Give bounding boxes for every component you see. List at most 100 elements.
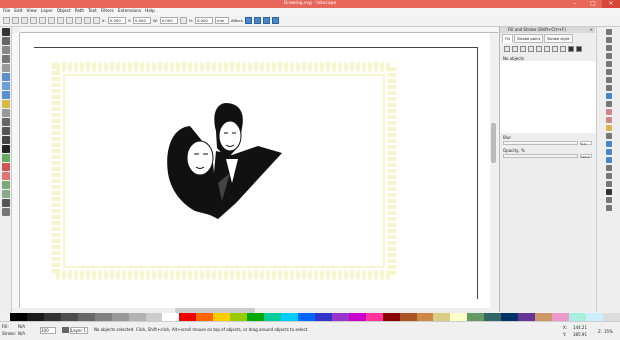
flip-horizontal-icon[interactable]	[48, 17, 55, 24]
swatch-cyan[interactable]	[281, 313, 298, 321]
tab-stroke-paint[interactable]: Stroke paint	[514, 34, 544, 43]
eye-icon[interactable]	[62, 327, 69, 333]
3d-box-tool-icon[interactable]	[2, 82, 10, 90]
menu-edit[interactable]: Edit	[14, 9, 22, 14]
swatch-black[interactable]	[10, 313, 27, 321]
save-icon[interactable]	[606, 45, 612, 51]
node-tool-icon[interactable]	[2, 37, 10, 45]
mesh-gradient-icon[interactable]	[536, 46, 542, 52]
swatch-sand[interactable]	[535, 313, 552, 321]
blur-slider[interactable]	[503, 141, 578, 145]
swatch-purple[interactable]	[331, 313, 349, 321]
menu-help[interactable]: Help	[145, 9, 155, 14]
minimize-button[interactable]: –	[566, 0, 584, 8]
text-tool-icon[interactable]	[2, 145, 10, 153]
spray-tool-icon[interactable]	[2, 154, 10, 162]
layer-select[interactable]: Layer 1	[70, 327, 88, 334]
swatch-indigo[interactable]	[314, 313, 332, 321]
pattern-icon[interactable]	[544, 46, 550, 52]
selector-tool-icon[interactable]	[2, 28, 10, 36]
swatch[interactable]	[111, 313, 129, 321]
drawing-canvas[interactable]	[20, 33, 490, 308]
swatch-dark-teal[interactable]	[484, 313, 502, 321]
zoom-selection-icon[interactable]	[606, 93, 612, 99]
close-button[interactable]: ×	[602, 0, 620, 8]
zoom-drawing-icon[interactable]	[606, 101, 612, 107]
new-document-icon[interactable]	[606, 29, 612, 35]
clone-icon[interactable]	[606, 117, 612, 123]
dialog-close-icon[interactable]: ×	[590, 27, 593, 33]
menu-filters[interactable]: Filters	[101, 9, 114, 14]
pencil-tool-icon[interactable]	[2, 118, 10, 126]
vertical-ruler[interactable]	[12, 33, 20, 308]
no-paint-icon[interactable]	[504, 46, 510, 52]
menu-view[interactable]: View	[27, 9, 37, 14]
ungroup-icon[interactable]	[606, 133, 612, 139]
nonzero-icon[interactable]	[576, 46, 582, 52]
spiral-tool-icon[interactable]	[2, 109, 10, 117]
move-gradients-icon[interactable]	[263, 17, 271, 24]
duplicate-icon[interactable]	[606, 109, 612, 115]
swatch-tan[interactable]	[416, 313, 434, 321]
swatch-rose[interactable]	[552, 313, 569, 321]
text-icon[interactable]	[606, 189, 612, 195]
measure-tool-icon[interactable]	[2, 64, 10, 72]
vertical-scrollbar[interactable]	[490, 33, 498, 308]
linear-gradient-icon[interactable]	[520, 46, 526, 52]
menu-file[interactable]: File	[3, 9, 10, 14]
swatch[interactable]	[43, 313, 61, 321]
radial-gradient-icon[interactable]	[528, 46, 534, 52]
swatch-cream[interactable]	[450, 313, 468, 321]
tab-stroke-style[interactable]: Stroke style	[544, 34, 573, 43]
move-patterns-icon[interactable]	[272, 17, 280, 24]
document-properties-icon[interactable]	[606, 205, 612, 211]
pen-tool-icon[interactable]	[2, 127, 10, 135]
zoom-tool-icon[interactable]	[2, 55, 10, 63]
raise-to-top-icon[interactable]	[66, 17, 73, 24]
opacity-field[interactable]: 100	[40, 327, 56, 334]
blur-value[interactable]: 0.0	[580, 141, 592, 146]
swatch[interactable]	[94, 313, 112, 321]
lower-icon[interactable]	[84, 17, 91, 24]
swatch-red[interactable]	[179, 313, 197, 321]
maximize-button[interactable]: □	[584, 0, 602, 8]
eraser-tool-icon[interactable]	[2, 163, 10, 171]
swatch-brown[interactable]	[399, 313, 417, 321]
y-field[interactable]: 0.000	[133, 17, 151, 24]
tweak-tool-icon[interactable]	[2, 46, 10, 54]
scale-stroke-icon[interactable]	[245, 17, 253, 24]
swatch-white[interactable]	[162, 313, 180, 321]
menu-path[interactable]: Path	[75, 9, 84, 14]
align-icon[interactable]	[606, 173, 612, 179]
swatch-sky[interactable]	[585, 313, 603, 321]
units-select[interactable]: mm	[214, 17, 229, 24]
menu-object[interactable]: Object	[57, 9, 71, 14]
flip-vertical-icon[interactable]	[57, 17, 64, 24]
swatch-pink[interactable]	[365, 313, 383, 321]
group-icon[interactable]	[606, 125, 612, 131]
layers-icon[interactable]	[606, 157, 612, 163]
stroke-value[interactable]: N/A	[18, 331, 25, 336]
calligraphy-tool-icon[interactable]	[2, 136, 10, 144]
evenodd-icon[interactable]	[568, 46, 574, 52]
tab-fill[interactable]: Fill	[502, 34, 514, 43]
swatch-green[interactable]	[247, 313, 265, 321]
opacity-slider[interactable]	[503, 154, 578, 158]
zoom-value[interactable]: 35%	[604, 329, 613, 334]
rectangle-tool-icon[interactable]	[2, 73, 10, 81]
raise-icon[interactable]	[75, 17, 82, 24]
swatch-light-grey[interactable]	[602, 313, 620, 321]
h-field[interactable]: 0.000	[194, 17, 213, 24]
swatch-violet[interactable]	[518, 313, 536, 321]
swatch-lime[interactable]	[230, 313, 248, 321]
import-icon[interactable]	[606, 61, 612, 67]
opacity-value[interactable]: 100.0	[580, 154, 592, 159]
scale-corners-icon[interactable]	[254, 17, 262, 24]
dropper-tool-icon[interactable]	[2, 199, 10, 207]
export-icon[interactable]	[606, 69, 612, 75]
menu-extensions[interactable]: Extensions	[118, 9, 141, 14]
swatch[interactable]	[26, 313, 44, 321]
connector-tool-icon[interactable]	[2, 208, 10, 216]
rotate-cw-icon[interactable]	[39, 17, 46, 24]
star-tool-icon[interactable]	[2, 100, 10, 108]
